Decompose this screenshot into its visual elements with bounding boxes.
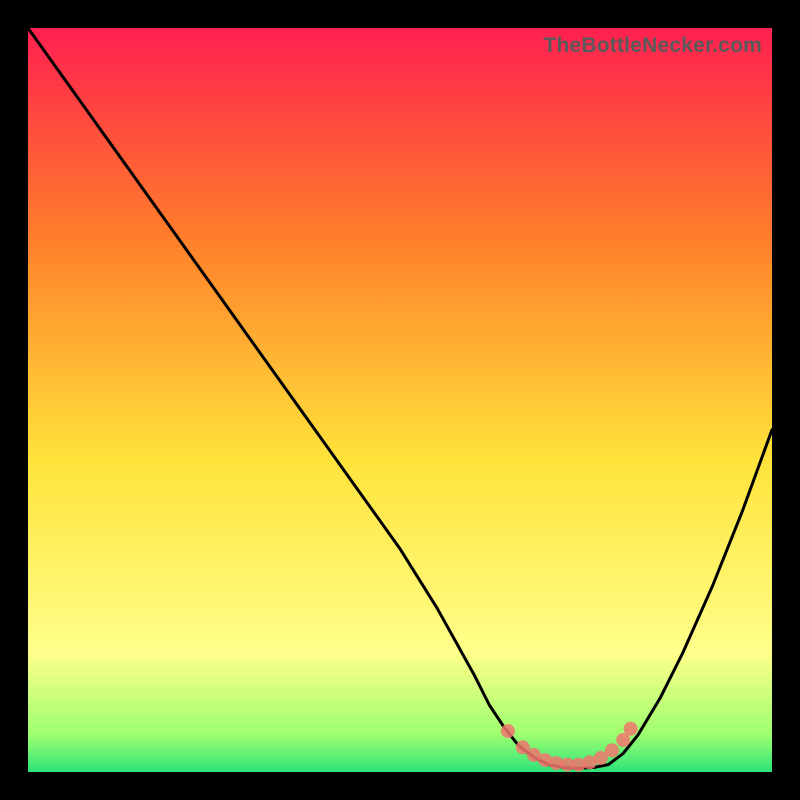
- bottleneck-chart: [28, 28, 772, 772]
- optimal-marker-dot: [501, 724, 515, 738]
- watermark-text: TheBottleNecker.com: [543, 34, 762, 58]
- optimal-marker-dot: [624, 722, 638, 736]
- gradient-background: [28, 28, 772, 772]
- optimal-marker-dot: [605, 743, 619, 757]
- chart-frame: TheBottleNecker.com: [28, 28, 772, 772]
